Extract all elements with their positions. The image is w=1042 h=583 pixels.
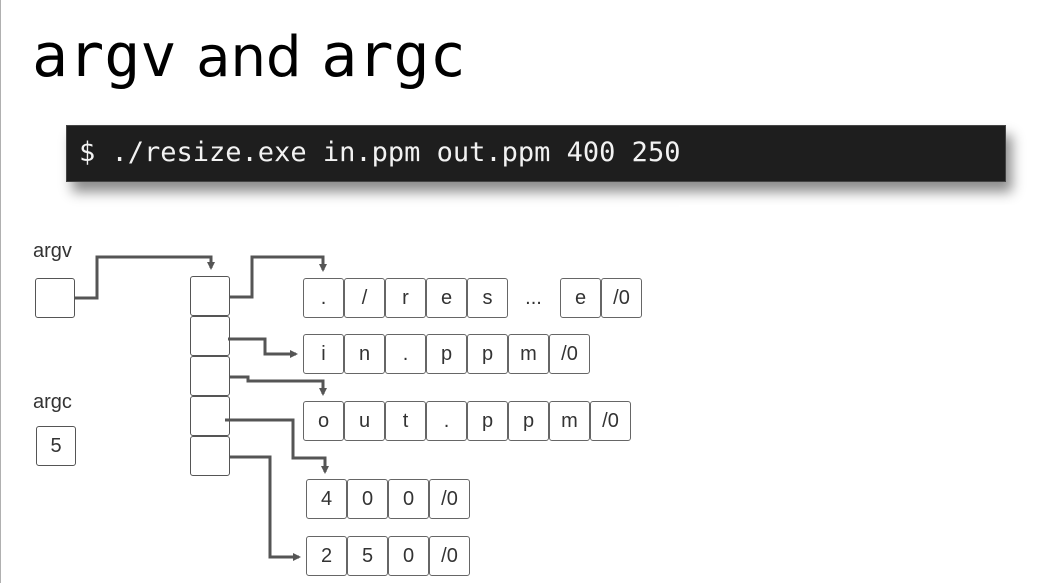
string0-char: s bbox=[467, 278, 508, 318]
argv-pointer-box bbox=[35, 278, 75, 318]
terminal-command-bar: $ ./resize.exe in.ppm out.ppm 400 250 bbox=[66, 125, 1006, 182]
left-border-line bbox=[0, 0, 1, 583]
string2-char: p bbox=[467, 401, 508, 441]
string0-char: e bbox=[426, 278, 467, 318]
string2-char: t bbox=[385, 401, 426, 441]
argc-value-box: 5 bbox=[36, 426, 76, 466]
terminal-command-text: $ ./resize.exe in.ppm out.ppm 400 250 bbox=[79, 137, 681, 168]
string2-char: u bbox=[344, 401, 385, 441]
string1-char: i bbox=[303, 334, 344, 374]
string1-char: . bbox=[385, 334, 426, 374]
string2-null-terminator: /0 bbox=[590, 401, 631, 441]
string3-char: 0 bbox=[347, 479, 388, 519]
string0-char: e bbox=[560, 278, 601, 318]
string4-null-terminator: /0 bbox=[429, 536, 470, 576]
string0-ellipsis: ... bbox=[525, 286, 542, 309]
arrow-slot1-to-string1 bbox=[228, 337, 298, 358]
argv-array-slot-4 bbox=[190, 436, 230, 476]
arrow-slot2-to-string2 bbox=[230, 375, 327, 396]
string3-null-terminator: /0 bbox=[429, 479, 470, 519]
string0-null-terminator: /0 bbox=[601, 278, 642, 318]
string2-char: o bbox=[303, 401, 344, 441]
string1-char: p bbox=[467, 334, 508, 374]
title-and: and bbox=[196, 25, 302, 90]
white-overlay-area bbox=[679, 205, 1042, 583]
string4-char: 5 bbox=[347, 536, 388, 576]
string4-char: 2 bbox=[306, 536, 347, 576]
argv-array-slot-1 bbox=[190, 316, 230, 356]
arrow-slot4-to-string4 bbox=[230, 455, 301, 561]
title-argc: argc bbox=[321, 21, 466, 91]
string4-char: 0 bbox=[388, 536, 429, 576]
string0-char: r bbox=[385, 278, 426, 318]
string2-char: p bbox=[508, 401, 549, 441]
string3-char: 0 bbox=[388, 479, 429, 519]
string1-char: m bbox=[508, 334, 549, 374]
string1-char: n bbox=[344, 334, 385, 374]
string2-char: . bbox=[426, 401, 467, 441]
argv-label: argv bbox=[33, 240, 72, 262]
argv-array-slot-2 bbox=[190, 356, 230, 396]
page-title: argv and argc bbox=[32, 10, 466, 103]
title-argv: argv bbox=[32, 21, 177, 91]
string1-null-terminator: /0 bbox=[549, 334, 590, 374]
string2-char: m bbox=[549, 401, 590, 441]
argv-array-slot-3 bbox=[190, 396, 230, 436]
string3-char: 4 bbox=[306, 479, 347, 519]
string1-char: p bbox=[426, 334, 467, 374]
argv-array-slot-0 bbox=[190, 276, 230, 316]
string0-char: . bbox=[303, 278, 344, 318]
string0-char: / bbox=[344, 278, 385, 318]
argc-label: argc bbox=[33, 391, 72, 413]
